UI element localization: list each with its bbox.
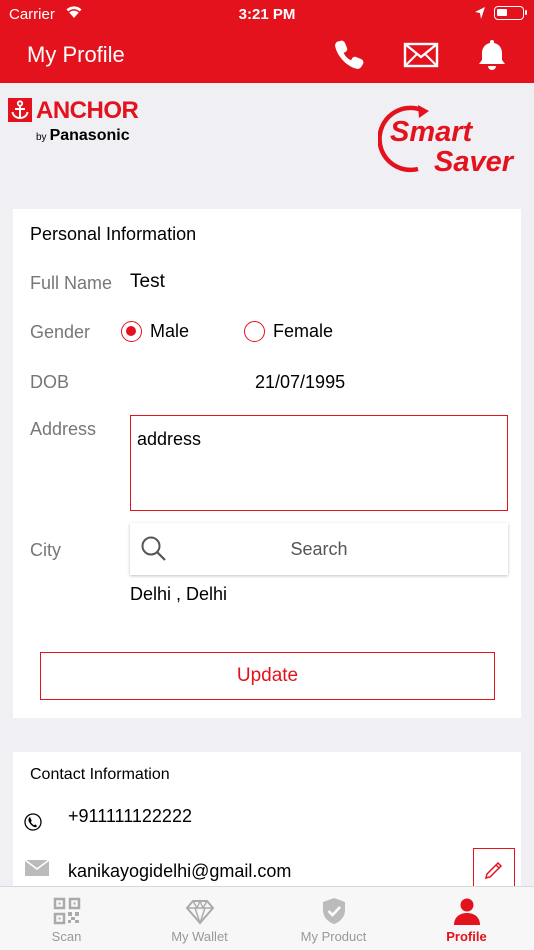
city-search-input[interactable]: Search [130,523,508,575]
city-label: City [30,540,61,560]
anchor-icon [8,98,32,122]
clock: 3:21 PM [238,6,296,23]
by-text: by [36,132,47,143]
smart-saver-logo: Smart Saver [378,105,515,175]
update-button[interactable]: Update [40,652,495,700]
smart-text: Smart [390,116,474,148]
mail-icon[interactable] [403,37,439,73]
anchor-brand-text: ANCHOR [36,97,139,124]
tab-scan-label: Scan [51,929,82,944]
city-search-placeholder: Search [290,539,348,559]
contact-info-title: Contact Information [30,766,170,783]
person-icon [453,898,480,925]
qr-code-icon [53,897,80,925]
shield-check-icon [322,898,345,924]
diamond-icon [185,899,214,926]
contact-phone: +911111122222 [68,806,192,826]
contact-info-card: Contact Information +911111122222 kanika… [13,752,521,892]
tab-my-wallet-label: My Wallet [171,929,228,944]
panasonic-byline: by Panasonic [36,127,130,145]
personal-info-card: Personal Information Full Name Test Gend… [13,209,521,718]
tab-my-product-label: My Product [300,929,367,944]
full-name-value[interactable]: Test [130,271,165,293]
address-label: Address [30,419,97,439]
city-value: Delhi , Delhi [130,584,228,604]
dob-label: DOB [30,372,70,392]
gender-label: Gender [30,322,91,342]
tab-profile[interactable]: Profile [400,887,533,950]
page-title: My Profile [27,42,125,67]
navbar: My Profile [0,28,534,83]
address-input-text: address [137,429,202,449]
personal-info-title: Personal Information [30,224,197,244]
battery-icon [494,6,527,20]
tab-my-product[interactable]: My Product [267,887,400,950]
bell-icon[interactable] [474,37,510,73]
location-arrow-icon [475,7,485,19]
gender-female-label[interactable]: Female [273,321,333,342]
status-bar: Carrier 3:21 PM [0,0,534,28]
brand-area: ANCHOR by Panasonic Smart Saver [0,83,534,209]
tab-profile-label: Profile [446,929,487,944]
tab-scan[interactable]: Scan [0,887,133,950]
saver-text: Saver [434,146,515,175]
phone-icon[interactable] [331,37,367,73]
gender-female-radio[interactable] [244,321,265,342]
gender-male-label[interactable]: Male [150,321,189,342]
edit-contact-button[interactable] [473,848,515,890]
tab-my-wallet[interactable]: My Wallet [133,887,266,950]
pencil-icon [484,861,503,880]
email-icon [24,859,50,876]
gender-male-radio[interactable] [121,321,142,342]
panasonic-text: Panasonic [49,127,130,144]
phone-receiver-icon [24,813,42,831]
full-name-label: Full Name [30,273,113,293]
tab-bar: Scan My Wallet My Product Profile [0,886,534,950]
contact-email: kanikayogidelhi@gmail.com [68,861,292,881]
address-input[interactable]: address [130,415,508,511]
dob-value[interactable]: 21/07/1995 [255,372,345,393]
